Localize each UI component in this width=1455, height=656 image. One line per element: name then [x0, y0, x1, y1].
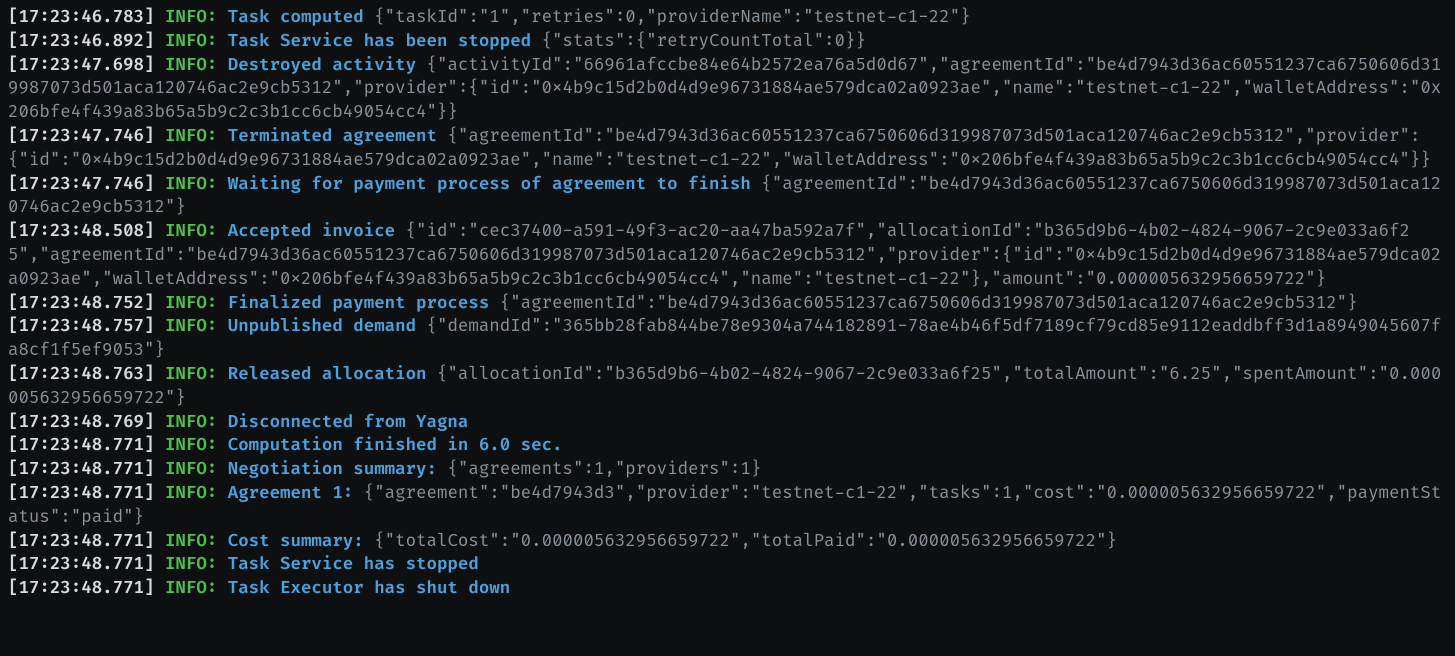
log-message: Terminated agreement	[228, 126, 437, 147]
log-level-colon: :	[207, 578, 217, 599]
log-line: [17:23:48.763] INFO: Released allocation…	[8, 363, 1447, 411]
log-json: {"taskId":"1","retries":0,"providerName"…	[374, 7, 970, 28]
log-line: [17:23:48.771] INFO: Negotiation summary…	[8, 458, 1447, 482]
log-level: INFO	[165, 316, 207, 337]
log-timestamp: [17:23:48.763]	[8, 364, 154, 385]
log-timestamp: [17:23:47.698]	[8, 55, 154, 76]
log-message: Task Executor has shut down	[228, 578, 510, 599]
log-message: Agreement 1:	[228, 483, 354, 504]
log-level-colon: :	[207, 435, 217, 456]
log-level: INFO	[165, 31, 207, 52]
log-level: INFO	[165, 531, 207, 552]
log-timestamp: [17:23:48.752]	[8, 293, 154, 314]
log-timestamp: [17:23:46.892]	[8, 31, 154, 52]
log-timestamp: [17:23:47.746]	[8, 174, 154, 195]
log-level-colon: :	[207, 31, 217, 52]
log-line: [17:23:48.752] INFO: Finalized payment p…	[8, 292, 1447, 316]
log-message: Finalized payment process	[228, 293, 490, 314]
log-message: Accepted invoice	[228, 221, 395, 242]
log-json: {"activityId":"66961afccbe84e64b2572ea76…	[8, 55, 1441, 124]
log-message: Task computed	[228, 7, 364, 28]
log-level-colon: :	[207, 316, 217, 337]
log-line: [17:23:48.771] INFO: Task Executor has s…	[8, 577, 1447, 601]
log-level-colon: :	[207, 174, 217, 195]
log-timestamp: [17:23:48.769]	[8, 412, 154, 433]
log-level: INFO	[165, 7, 207, 28]
log-level: INFO	[165, 435, 207, 456]
log-json: {"allocationId":"b365d9b6-4b02-4824-9067…	[8, 364, 1441, 409]
log-json: {"agreementId":"be4d7943d36ac60551237ca6…	[8, 126, 1431, 171]
log-json: {"agreements":1,"providers":1}	[447, 459, 761, 480]
log-level-colon: :	[207, 7, 217, 28]
log-level-colon: :	[207, 364, 217, 385]
log-level-colon: :	[207, 459, 217, 480]
log-json: {"agreementId":"be4d7943d36ac60551237ca6…	[500, 293, 1358, 314]
log-json: {"agreement":"be4d7943d3","provider":"te…	[8, 483, 1441, 528]
log-message: Task Service has been stopped	[228, 31, 531, 52]
log-message: Disconnected from Yagna	[228, 412, 469, 433]
log-level-colon: :	[207, 126, 217, 147]
log-timestamp: [17:23:48.771]	[8, 483, 154, 504]
log-level: INFO	[165, 55, 207, 76]
log-level: INFO	[165, 293, 207, 314]
log-timestamp: [17:23:48.771]	[8, 578, 154, 599]
log-timestamp: [17:23:48.771]	[8, 435, 154, 456]
log-json: {"demandId":"365bb28fab844be78e9304a7441…	[8, 316, 1441, 361]
log-level-colon: :	[207, 531, 217, 552]
log-line: [17:23:46.892] INFO: Task Service has be…	[8, 30, 1447, 54]
log-level: INFO	[165, 578, 207, 599]
log-level: INFO	[165, 459, 207, 480]
log-timestamp: [17:23:48.771]	[8, 554, 154, 575]
log-level: INFO	[165, 483, 207, 504]
log-message: Destroyed activity	[228, 55, 416, 76]
log-timestamp: [17:23:48.757]	[8, 316, 154, 337]
log-message: Task Service has stopped	[228, 554, 479, 575]
log-message: Waiting for payment process of agreement…	[228, 174, 751, 195]
log-line: [17:23:48.771] INFO: Task Service has st…	[8, 553, 1447, 577]
log-level: INFO	[165, 364, 207, 385]
log-level-colon: :	[207, 293, 217, 314]
log-level: INFO	[165, 174, 207, 195]
log-level: INFO	[165, 126, 207, 147]
log-line: [17:23:47.698] INFO: Destroyed activity …	[8, 54, 1447, 125]
log-level-colon: :	[207, 55, 217, 76]
log-level: INFO	[165, 554, 207, 575]
log-json: {"totalCost":"0.000005632956659722","tot…	[374, 531, 1117, 552]
log-line: [17:23:48.757] INFO: Unpublished demand …	[8, 315, 1447, 363]
log-line: [17:23:48.769] INFO: Disconnected from Y…	[8, 411, 1447, 435]
log-line: [17:23:47.746] INFO: Waiting for payment…	[8, 173, 1447, 221]
log-message: Unpublished demand	[228, 316, 416, 337]
log-timestamp: [17:23:48.771]	[8, 531, 154, 552]
log-message: Cost summary:	[228, 531, 364, 552]
log-json: {"id":"cec37400-a591-49f3-ac20-aa47ba592…	[8, 221, 1441, 290]
log-line: [17:23:48.771] INFO: Cost summary: {"tot…	[8, 530, 1447, 554]
log-line: [17:23:48.771] INFO: Agreement 1: {"agre…	[8, 482, 1447, 530]
log-level: INFO	[165, 412, 207, 433]
log-line: [17:23:47.746] INFO: Terminated agreemen…	[8, 125, 1447, 173]
log-level: INFO	[165, 221, 207, 242]
log-json: {"stats":{"retryCountTotal":0}}	[542, 31, 866, 52]
log-line: [17:23:48.508] INFO: Accepted invoice {"…	[8, 220, 1447, 291]
log-timestamp: [17:23:48.508]	[8, 221, 154, 242]
log-message: Negotiation summary:	[228, 459, 437, 480]
terminal-log: [17:23:46.783] INFO: Task computed {"tas…	[0, 0, 1455, 607]
log-level-colon: :	[207, 221, 217, 242]
log-timestamp: [17:23:47.746]	[8, 126, 154, 147]
log-line: [17:23:46.783] INFO: Task computed {"tas…	[8, 6, 1447, 30]
log-timestamp: [17:23:46.783]	[8, 7, 154, 28]
log-timestamp: [17:23:48.771]	[8, 459, 154, 480]
log-message: Released allocation	[228, 364, 427, 385]
log-level-colon: :	[207, 483, 217, 504]
log-level-colon: :	[207, 554, 217, 575]
log-level-colon: :	[207, 412, 217, 433]
log-message: Computation finished in 6.0 sec.	[228, 435, 563, 456]
log-line: [17:23:48.771] INFO: Computation finishe…	[8, 434, 1447, 458]
